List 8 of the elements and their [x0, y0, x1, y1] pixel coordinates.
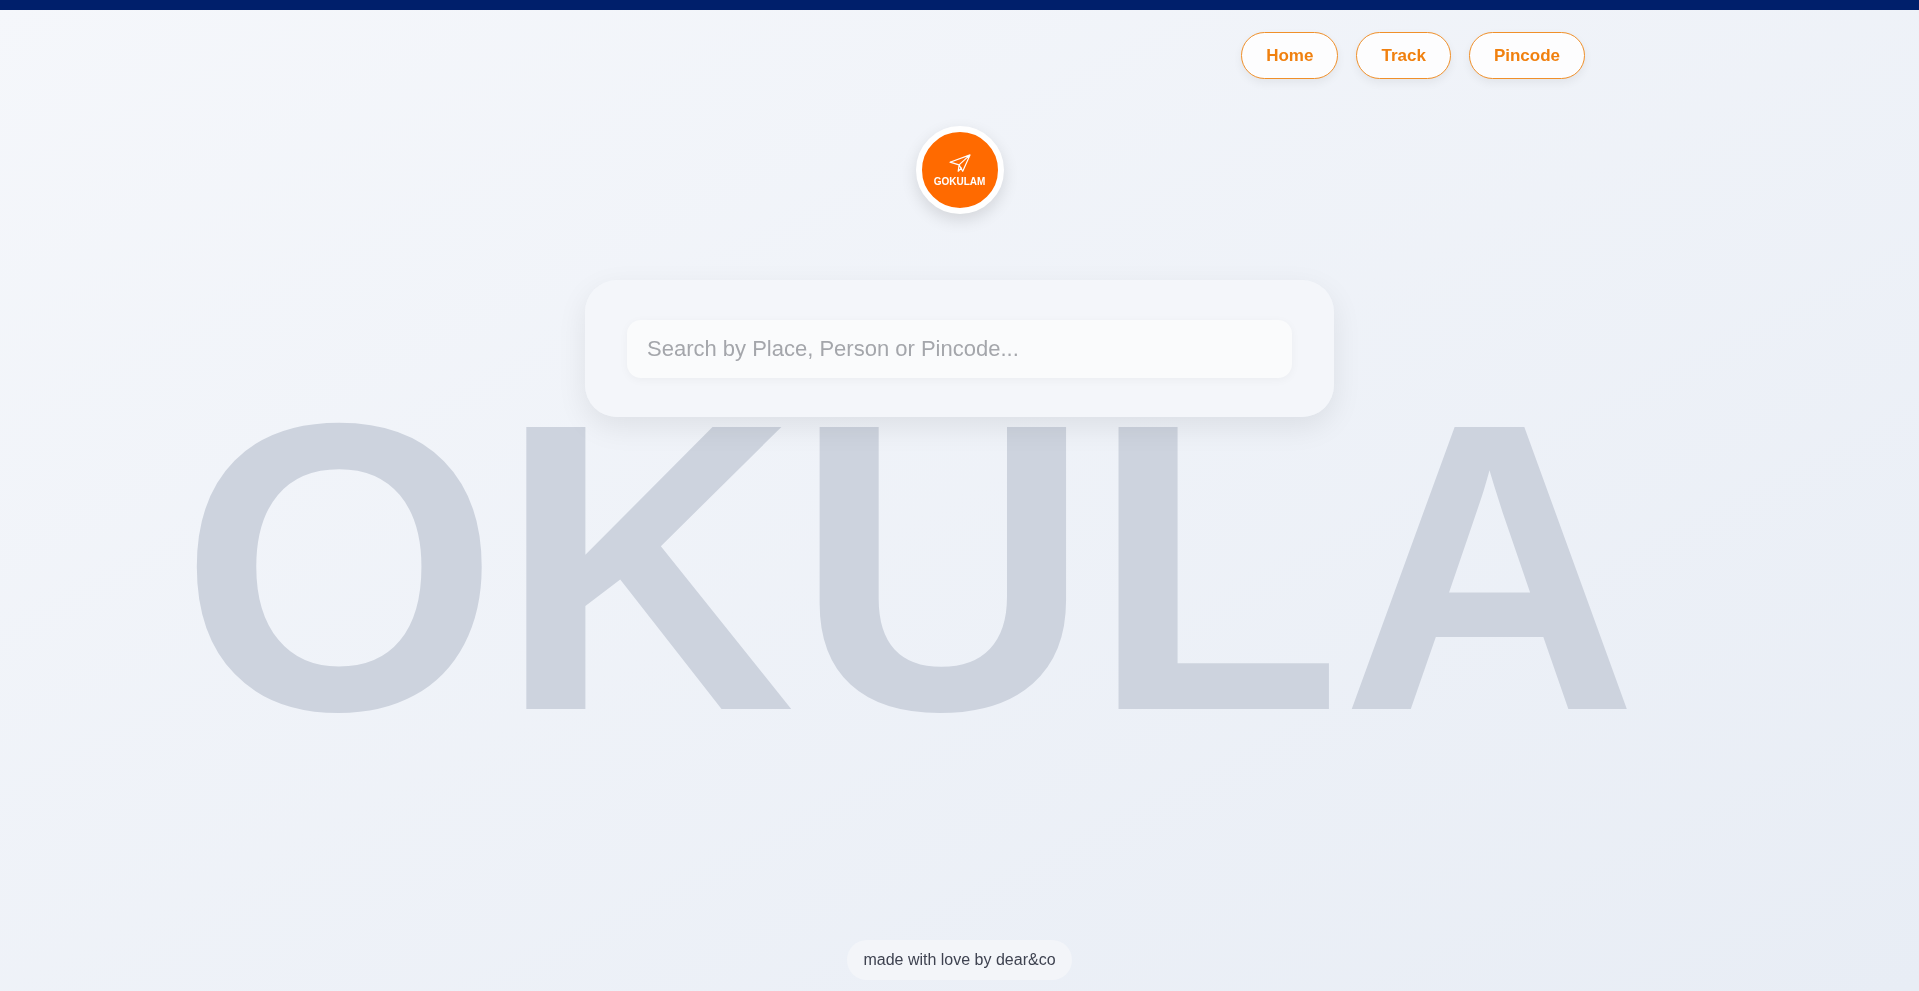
paper-plane-icon [948, 153, 971, 174]
nav-button[interactable]: Home [1241, 32, 1339, 79]
nav-button[interactable]: Pincode [1468, 32, 1585, 79]
logo-badge[interactable]: GOKULAM [915, 126, 1004, 214]
footer-credit: made with love by dear&co [847, 940, 1072, 980]
logo-text: GOKULAM [933, 176, 986, 187]
nav-button[interactable]: Track [1356, 32, 1451, 79]
search-field[interactable]: Search by Place, Person or Pincode... [627, 320, 1292, 378]
